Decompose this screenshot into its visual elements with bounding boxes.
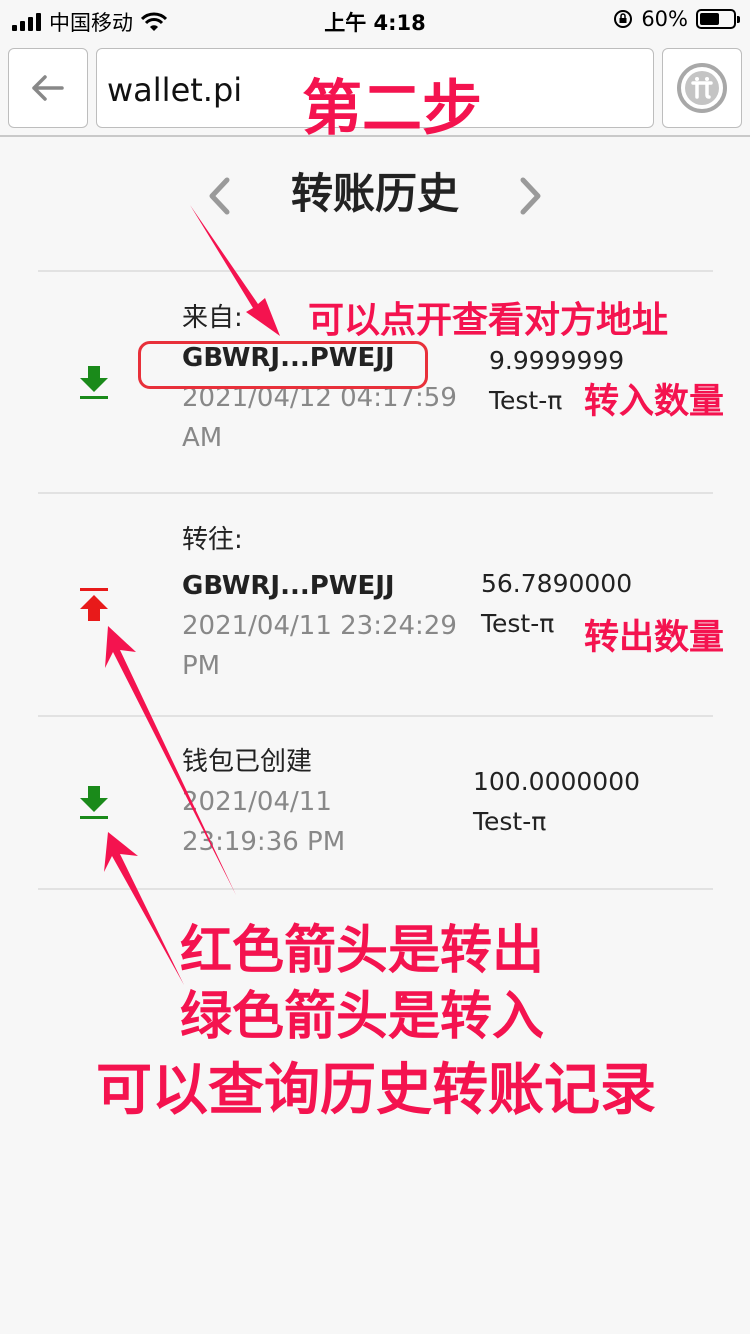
annotation-in-amount: 转入数量 [584,382,725,422]
annotation-view-address: 可以点开查看对方地址 [308,300,669,341]
annotation-line-3: 可以查询历史转账记录 [96,1058,656,1123]
annotation-out-amount: 转出数量 [584,618,725,658]
annotation-arrows [104,205,408,1003]
annotation-arrow [104,832,184,985]
annotation-arrow [105,626,236,895]
annotation-line-1: 红色箭头是转出 [180,921,545,981]
annotation-line-2: 绿色箭头是转入 [180,987,545,1047]
annotation-arrow [190,205,280,336]
